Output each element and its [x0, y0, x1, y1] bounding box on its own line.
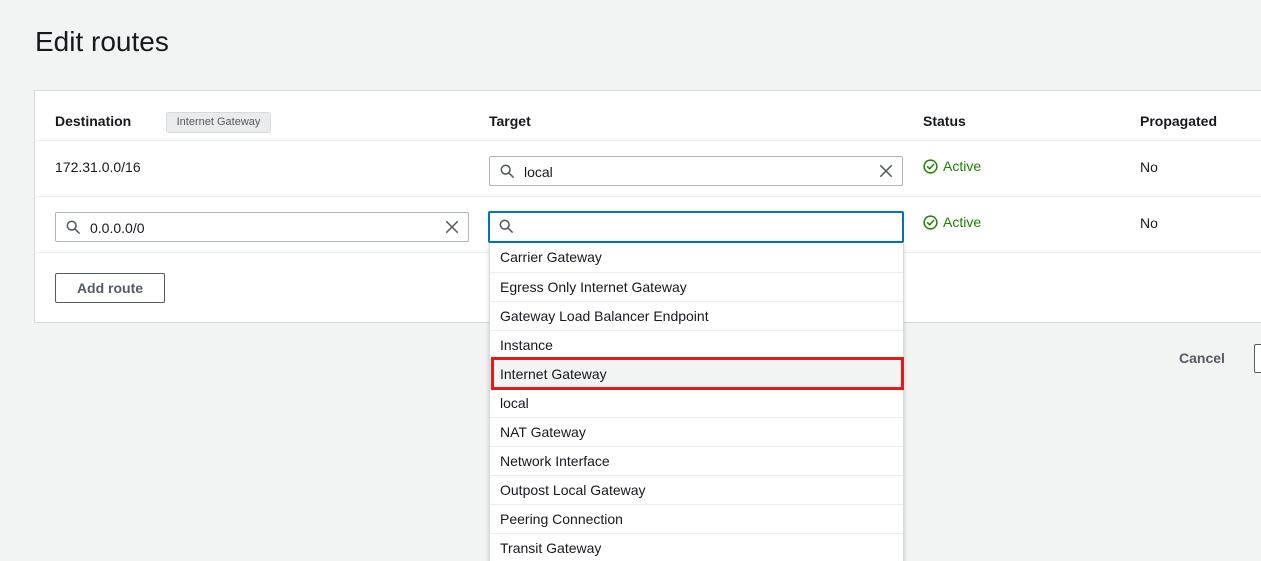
column-header-target: Target — [489, 113, 531, 129]
close-icon[interactable] — [879, 164, 893, 178]
route-1-status: Active — [923, 158, 981, 174]
dropdown-option[interactable]: Gateway Load Balancer Endpoint — [490, 301, 903, 330]
route-1-target-value: local — [524, 164, 553, 180]
add-route-button[interactable]: Add route — [55, 273, 165, 303]
column-header-status: Status — [923, 113, 966, 129]
dropdown-option[interactable]: NAT Gateway — [490, 417, 903, 446]
page-title: Edit routes — [35, 26, 169, 57]
route-2-target-input[interactable] — [488, 211, 904, 243]
status-label: Active — [943, 214, 982, 230]
column-header-destination: Destination — [55, 113, 132, 129]
close-icon[interactable] — [445, 220, 459, 234]
row-divider — [35, 140, 1261, 141]
tooltip: Internet Gateway — [166, 112, 271, 133]
route-1-target-input[interactable]: local — [489, 156, 903, 186]
route-2-destination-input[interactable]: 0.0.0.0/0 — [55, 212, 469, 242]
dropdown-option[interactable]: Egress Only Internet Gateway — [490, 272, 903, 301]
save-changes-button[interactable] — [1254, 344, 1261, 373]
dropdown-option[interactable]: Peering Connection — [490, 504, 903, 533]
edit-routes-page: Edit routes Destination Internet Gateway… — [0, 0, 1261, 561]
route-2-propagated: No — [1140, 215, 1158, 231]
dropdown-option[interactable]: Transit Gateway — [490, 533, 903, 561]
route-2-destination-value: 0.0.0.0/0 — [90, 220, 145, 236]
dropdown-option[interactable]: Network Interface — [490, 446, 903, 475]
route-1-propagated: No — [1140, 159, 1158, 175]
cancel-button[interactable]: Cancel — [1179, 350, 1225, 366]
search-icon — [66, 220, 80, 234]
route-1-destination: 172.31.0.0/16 — [55, 159, 141, 175]
dropdown-option-internet-gateway[interactable]: Internet Gateway — [490, 359, 903, 388]
status-label: Active — [943, 158, 982, 174]
dropdown-option[interactable]: Carrier Gateway — [490, 243, 903, 272]
check-circle-icon — [923, 214, 938, 230]
dropdown-option[interactable]: local — [490, 388, 903, 417]
route-2-status: Active — [923, 214, 981, 230]
search-icon — [499, 219, 513, 233]
row-divider — [35, 196, 1261, 197]
dropdown-option[interactable]: Instance — [490, 330, 903, 359]
target-dropdown-list: Carrier Gateway Egress Only Internet Gat… — [489, 243, 904, 561]
check-circle-icon — [923, 158, 938, 174]
dropdown-option[interactable]: Outpost Local Gateway — [490, 475, 903, 504]
search-icon — [500, 164, 514, 178]
column-header-propagated: Propagated — [1140, 113, 1218, 129]
